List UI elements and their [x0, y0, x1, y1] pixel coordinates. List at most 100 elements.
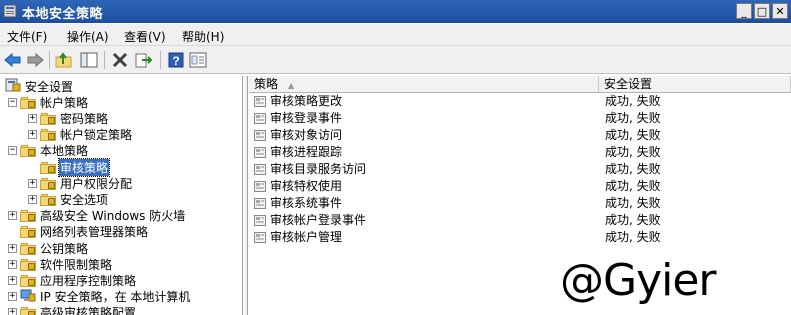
tree-item[interactable]: 安全设置	[5, 78, 74, 94]
policy-row[interactable]: 审核对象访问 成功, 失败	[249, 127, 791, 144]
up-folder-icon[interactable]	[55, 51, 73, 69]
expand-icon[interactable]: +	[28, 113, 37, 123]
sort-ascending-icon: ▲	[288, 81, 295, 90]
expand-icon[interactable]: +	[8, 275, 17, 285]
policy-setting: 成功, 失败	[605, 128, 661, 142]
folder-icon	[40, 128, 56, 142]
forward-arrow-icon[interactable]	[26, 51, 44, 69]
collapse-icon[interactable]: −	[8, 97, 17, 107]
tree-item-label: 帐户锁定策略	[60, 128, 133, 143]
tree-item-label: 高级审核策略配置	[40, 306, 137, 315]
policy-icon	[254, 113, 266, 124]
expand-icon[interactable]: +	[8, 308, 17, 315]
policy-name: 审核目录服务访问	[270, 162, 367, 176]
menu-help[interactable]: 帮助(H)	[182, 28, 224, 45]
policy-setting: 成功, 失败	[605, 230, 661, 244]
folder-icon	[20, 258, 36, 271]
watermark-text: @Gyier	[560, 255, 717, 306]
policy-name: 审核策略更改	[270, 94, 343, 108]
tree-item[interactable]: + 软件限制策略	[8, 256, 113, 272]
expand-icon[interactable]: +	[8, 243, 17, 253]
close-button[interactable]: ✕	[772, 3, 788, 19]
tree-item-label: 审核策略	[57, 157, 111, 177]
tree-item[interactable]: + 安全选项	[28, 191, 109, 207]
tree-item[interactable]: + 帐户锁定策略	[28, 127, 133, 143]
expand-icon[interactable]: +	[8, 292, 17, 302]
menu-file[interactable]: 文件(F)	[7, 28, 47, 45]
window-title: 本地安全策略	[22, 7, 104, 22]
policy-setting: 成功, 失败	[605, 111, 661, 125]
delete-icon[interactable]	[111, 51, 129, 69]
export-list-icon[interactable]	[135, 51, 153, 69]
folder-icon	[20, 306, 36, 315]
policy-icon	[254, 232, 266, 243]
policy-name: 审核对象访问	[270, 128, 343, 142]
policy-row[interactable]: 审核目录服务访问 成功, 失败	[249, 161, 791, 178]
policy-row[interactable]: 审核帐户登录事件 成功, 失败	[249, 212, 791, 229]
expand-icon[interactable]: +	[28, 194, 37, 204]
tree-item-label: 帐户策略	[40, 95, 89, 110]
policy-row[interactable]: 审核帐户管理 成功, 失败	[249, 229, 791, 246]
tree-item[interactable]: − 本地策略	[8, 143, 89, 159]
policy-name: 审核帐户登录事件	[270, 213, 367, 227]
collapse-icon[interactable]: −	[8, 146, 17, 156]
tree-item[interactable]: 审核策略	[28, 157, 111, 177]
tree-item[interactable]: + 用户权限分配	[28, 175, 133, 191]
folder-icon	[40, 161, 56, 174]
pane-splitter[interactable]	[244, 76, 248, 315]
policy-row[interactable]: 审核系统事件 成功, 失败	[249, 195, 791, 212]
policy-setting: 成功, 失败	[605, 162, 661, 176]
tree-item-label: 高级安全 Windows 防火墙	[40, 209, 186, 224]
policy-name: 审核登录事件	[270, 111, 343, 125]
policy-row[interactable]: 审核特权使用 成功, 失败	[249, 178, 791, 195]
show-hide-tree-icon[interactable]	[80, 51, 98, 69]
policy-icon	[254, 198, 266, 209]
help-icon[interactable]: ?	[167, 51, 185, 69]
toolbar-separator	[104, 51, 105, 69]
policy-name: 审核进程跟踪	[270, 145, 343, 159]
tree-item[interactable]: + 高级安全 Windows 防火墙	[8, 208, 186, 224]
tree-item-label: 公钥策略	[40, 241, 89, 256]
menu-action[interactable]: 操作(A)	[67, 28, 109, 45]
expand-icon[interactable]: +	[8, 211, 17, 221]
ip-security-icon	[20, 288, 39, 305]
folder-icon	[20, 144, 36, 158]
policy-name: 审核帐户管理	[270, 230, 343, 244]
policy-setting: 成功, 失败	[605, 94, 661, 108]
policy-row[interactable]: 审核进程跟踪 成功, 失败	[249, 144, 791, 161]
column-header-policy-label: 策略	[254, 77, 279, 91]
policy-name: 审核特权使用	[270, 179, 343, 193]
policy-icon	[254, 130, 266, 141]
policy-row[interactable]: 审核策略更改 成功, 失败	[249, 93, 791, 110]
tree-item-label: 密码策略	[60, 111, 109, 126]
column-header-policy[interactable]: 策略 ▲	[249, 76, 599, 93]
tree-item[interactable]: + 高级审核策略配置	[8, 305, 137, 315]
back-arrow-icon[interactable]	[4, 51, 22, 69]
column-header-setting[interactable]: 安全设置	[599, 76, 791, 93]
window-controls: _ □ ✕	[736, 3, 788, 19]
tree-item[interactable]: + 公钥策略	[8, 240, 89, 256]
toolbar: ?	[0, 46, 791, 74]
minimize-button[interactable]: _	[736, 3, 752, 19]
toolbar-separator	[49, 51, 50, 69]
properties-icon[interactable]	[189, 51, 207, 69]
menu-view[interactable]: 查看(V)	[124, 28, 166, 45]
tree-item[interactable]: + IP 安全策略，在 本地计算机	[8, 289, 191, 305]
tree-item[interactable]: + 应用程序控制策略	[8, 272, 137, 288]
policy-setting: 成功, 失败	[605, 179, 661, 193]
expand-icon[interactable]: +	[8, 259, 17, 269]
tree-item[interactable]: + 密码策略	[28, 110, 109, 126]
policy-icon	[254, 96, 266, 107]
title-bar: 本地安全策略 _ □ ✕	[0, 0, 791, 23]
tree-item[interactable]: 网络列表管理器策略	[8, 224, 149, 240]
tree-item-label: 软件限制策略	[40, 257, 113, 272]
maximize-button[interactable]: □	[754, 3, 770, 19]
column-header-setting-label: 安全设置	[604, 77, 653, 91]
policy-row[interactable]: 审核登录事件 成功, 失败	[249, 110, 791, 127]
expand-icon[interactable]: +	[28, 130, 37, 140]
tree-pane: 安全设置 − 帐户策略 + 密码策略 + 帐户锁定策略 − 本地策略 审核策略 + 用户权限分配 + 安全…	[0, 76, 243, 315]
tree-item[interactable]: − 帐户策略	[8, 94, 89, 110]
expand-icon[interactable]: +	[28, 178, 37, 188]
tree-item-label: 安全选项	[60, 192, 109, 207]
folder-icon	[40, 112, 56, 125]
